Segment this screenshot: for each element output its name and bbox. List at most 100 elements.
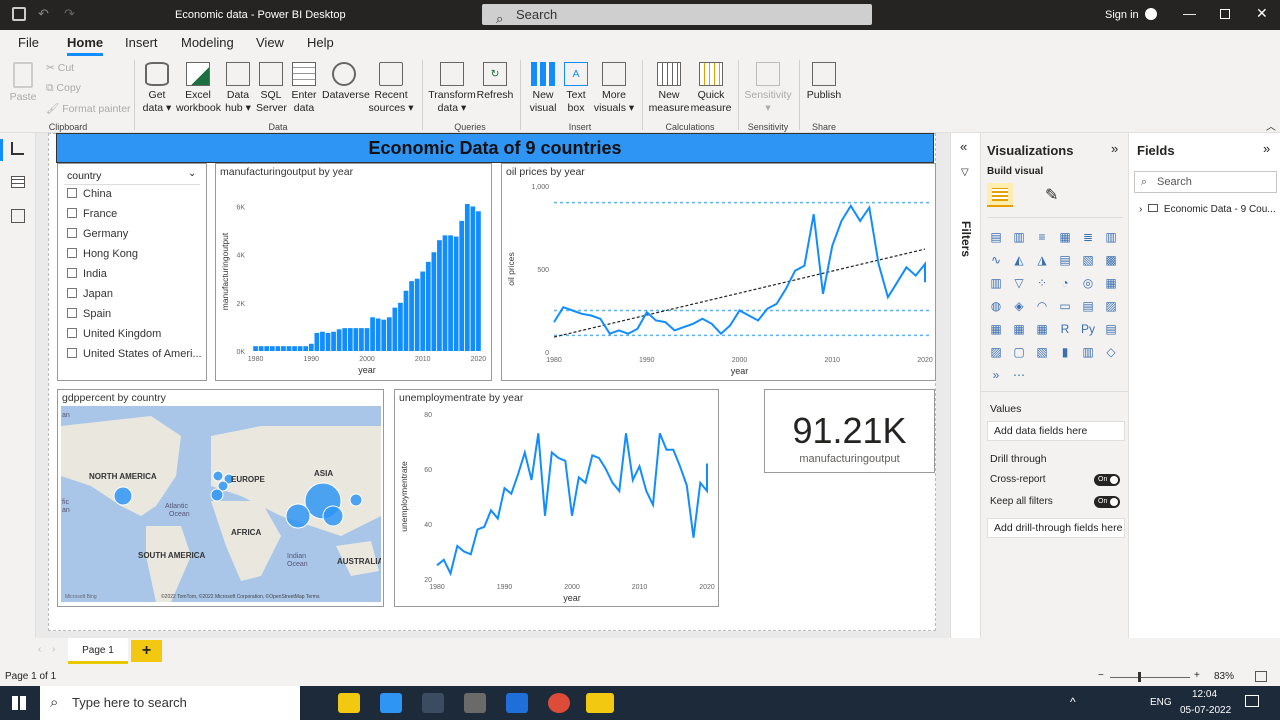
- bar[interactable]: [381, 319, 387, 351]
- zoom-slider-thumb[interactable]: [1138, 672, 1141, 682]
- visual-type-icon[interactable]: ◮: [1034, 252, 1050, 268]
- model-view-icon[interactable]: [11, 209, 25, 223]
- chrome-icon[interactable]: [548, 693, 570, 713]
- enter-data-button[interactable]: Enter data: [288, 62, 320, 115]
- taskbar-search[interactable]: ⌕ Type here to search: [40, 686, 300, 720]
- menu-insert[interactable]: Insert: [125, 35, 158, 50]
- slicer-item[interactable]: France: [67, 208, 117, 220]
- bar[interactable]: [375, 318, 381, 351]
- new-visual-button[interactable]: New visual: [526, 62, 560, 115]
- field-table-item[interactable]: › Economic Data - 9 Cou...: [1139, 204, 1276, 215]
- cut-button[interactable]: ✂ Cut: [46, 62, 74, 74]
- notifications-icon[interactable]: [1245, 695, 1259, 707]
- gdp-map[interactable]: gdppercent by country NORTH AMERICA EURO…: [57, 389, 384, 607]
- add-drill-through-fields[interactable]: Add drill-through fields here: [987, 518, 1125, 538]
- checkbox[interactable]: [67, 328, 77, 338]
- close-icon[interactable]: ✕: [1256, 5, 1268, 22]
- series-line[interactable]: [553, 204, 926, 336]
- bar[interactable]: [398, 302, 403, 351]
- visual-type-icon[interactable]: ≡: [1034, 229, 1050, 245]
- bar[interactable]: [431, 252, 437, 351]
- next-page-icon[interactable]: ›: [52, 644, 55, 655]
- tab-page-1[interactable]: Page 1: [68, 638, 128, 664]
- visual-type-icon[interactable]: ◠: [1034, 298, 1050, 314]
- slicer-item[interactable]: India: [67, 268, 107, 280]
- menu-help[interactable]: Help: [307, 35, 334, 50]
- visual-type-icon[interactable]: ◈: [1011, 298, 1027, 314]
- steam-icon[interactable]: [422, 693, 444, 713]
- bar[interactable]: [420, 271, 426, 352]
- slicer-item[interactable]: Hong Kong: [67, 248, 138, 260]
- bar[interactable]: [275, 346, 281, 351]
- visual-type-icon[interactable]: ⁘: [1034, 275, 1050, 291]
- visual-type-icon[interactable]: ▤: [1103, 321, 1119, 337]
- visual-type-icon[interactable]: ▦: [1057, 229, 1073, 245]
- visual-type-icon[interactable]: ▩: [1103, 252, 1119, 268]
- visual-type-icon[interactable]: »: [988, 367, 1004, 383]
- bar[interactable]: [292, 346, 297, 351]
- avatar[interactable]: [1145, 8, 1157, 20]
- visual-type-icon[interactable]: ▥: [988, 275, 1004, 291]
- visual-type-icon[interactable]: ▤: [988, 229, 1004, 245]
- slicer-item[interactable]: Germany: [67, 228, 128, 240]
- visual-type-icon[interactable]: ▦: [1103, 275, 1119, 291]
- bar[interactable]: [308, 343, 314, 351]
- more-visuals-button[interactable]: More visuals ▾: [592, 62, 636, 115]
- excel-workbook-button[interactable]: Excel workbook: [176, 62, 221, 115]
- visual-type-icon[interactable]: ∿: [988, 252, 1004, 268]
- visual-type-icon[interactable]: ▥: [1103, 229, 1119, 245]
- windows-start-icon[interactable]: [12, 696, 26, 710]
- bar[interactable]: [325, 332, 331, 351]
- visual-type-icon[interactable]: ▭: [1057, 298, 1073, 314]
- collapse-fields-icon[interactable]: »: [1263, 141, 1270, 156]
- quick-measure-button[interactable]: Quick measure: [690, 62, 732, 115]
- add-data-fields[interactable]: Add data fields here: [987, 421, 1125, 441]
- build-visual-tab[interactable]: [987, 183, 1013, 207]
- bar[interactable]: [448, 235, 453, 351]
- bar[interactable]: [359, 328, 364, 351]
- checkbox[interactable]: [67, 208, 77, 218]
- unemployment-chart[interactable]: unemploymentrate by year 20 40 60 80 1980 199…: [394, 389, 719, 607]
- save-icon[interactable]: [12, 7, 26, 21]
- oil-prices-chart[interactable]: oil prices by year 0 500 1,000 1980 1990 2000…: [501, 163, 936, 381]
- slicer-item[interactable]: China: [67, 188, 112, 200]
- menu-file[interactable]: File: [18, 35, 39, 50]
- prev-page-icon[interactable]: ‹: [38, 644, 41, 655]
- add-page-button[interactable]: +: [131, 640, 162, 662]
- zoom-out-icon[interactable]: −: [1098, 670, 1104, 681]
- visual-type-icon[interactable]: ◭: [1011, 252, 1027, 268]
- visual-type-icon[interactable]: ▥: [1011, 229, 1027, 245]
- sql-server-button[interactable]: SQL Server: [256, 62, 287, 115]
- sensitivity-button[interactable]: Sensitivity ▾: [742, 62, 794, 115]
- fit-page-icon[interactable]: [1255, 671, 1267, 682]
- zoom-in-icon[interactable]: +: [1194, 670, 1200, 681]
- copy-button[interactable]: ⧉ Copy: [46, 82, 81, 95]
- bar[interactable]: [464, 204, 470, 351]
- file-explorer-icon[interactable]: [338, 693, 360, 713]
- map-copyright[interactable]: ©2022 TomTom, ©2022 Microsoft Corporatio…: [161, 593, 320, 600]
- recent-sources-button[interactable]: Recent sources ▾: [368, 62, 414, 115]
- visual-type-icon[interactable]: ▦: [988, 321, 1004, 337]
- checkbox[interactable]: [67, 288, 77, 298]
- data-hub-button[interactable]: Data hub ▾: [222, 62, 254, 115]
- visual-type-icon[interactable]: ◇: [1103, 344, 1119, 360]
- visual-type-icon[interactable]: ▧: [1080, 252, 1096, 268]
- bar[interactable]: [370, 317, 375, 351]
- checkbox[interactable]: [67, 348, 77, 358]
- visual-type-icon[interactable]: ▤: [1057, 252, 1073, 268]
- visual-type-icon[interactable]: ▽: [1011, 275, 1027, 291]
- kpi-card[interactable]: 91.21K manufacturingoutput: [764, 389, 935, 473]
- sign-in-link[interactable]: Sign in: [1105, 9, 1139, 21]
- slicer-item[interactable]: Spain: [67, 308, 111, 320]
- visual-type-icon[interactable]: ▧: [1034, 344, 1050, 360]
- country-slicer[interactable]: country ⌄ China France Germany Hong Kong Ind…: [57, 163, 207, 381]
- bar[interactable]: [414, 278, 420, 351]
- visual-type-icon[interactable]: ◍: [988, 298, 1004, 314]
- maximize-icon[interactable]: [1220, 9, 1230, 19]
- paste-button[interactable]: Paste: [8, 62, 38, 104]
- visual-type-icon[interactable]: ≣: [1080, 229, 1096, 245]
- language-indicator[interactable]: ENG: [1150, 697, 1172, 708]
- publish-button[interactable]: Publish: [804, 62, 844, 102]
- visual-type-icon[interactable]: ◔: [1057, 275, 1073, 291]
- bar[interactable]: [425, 261, 431, 351]
